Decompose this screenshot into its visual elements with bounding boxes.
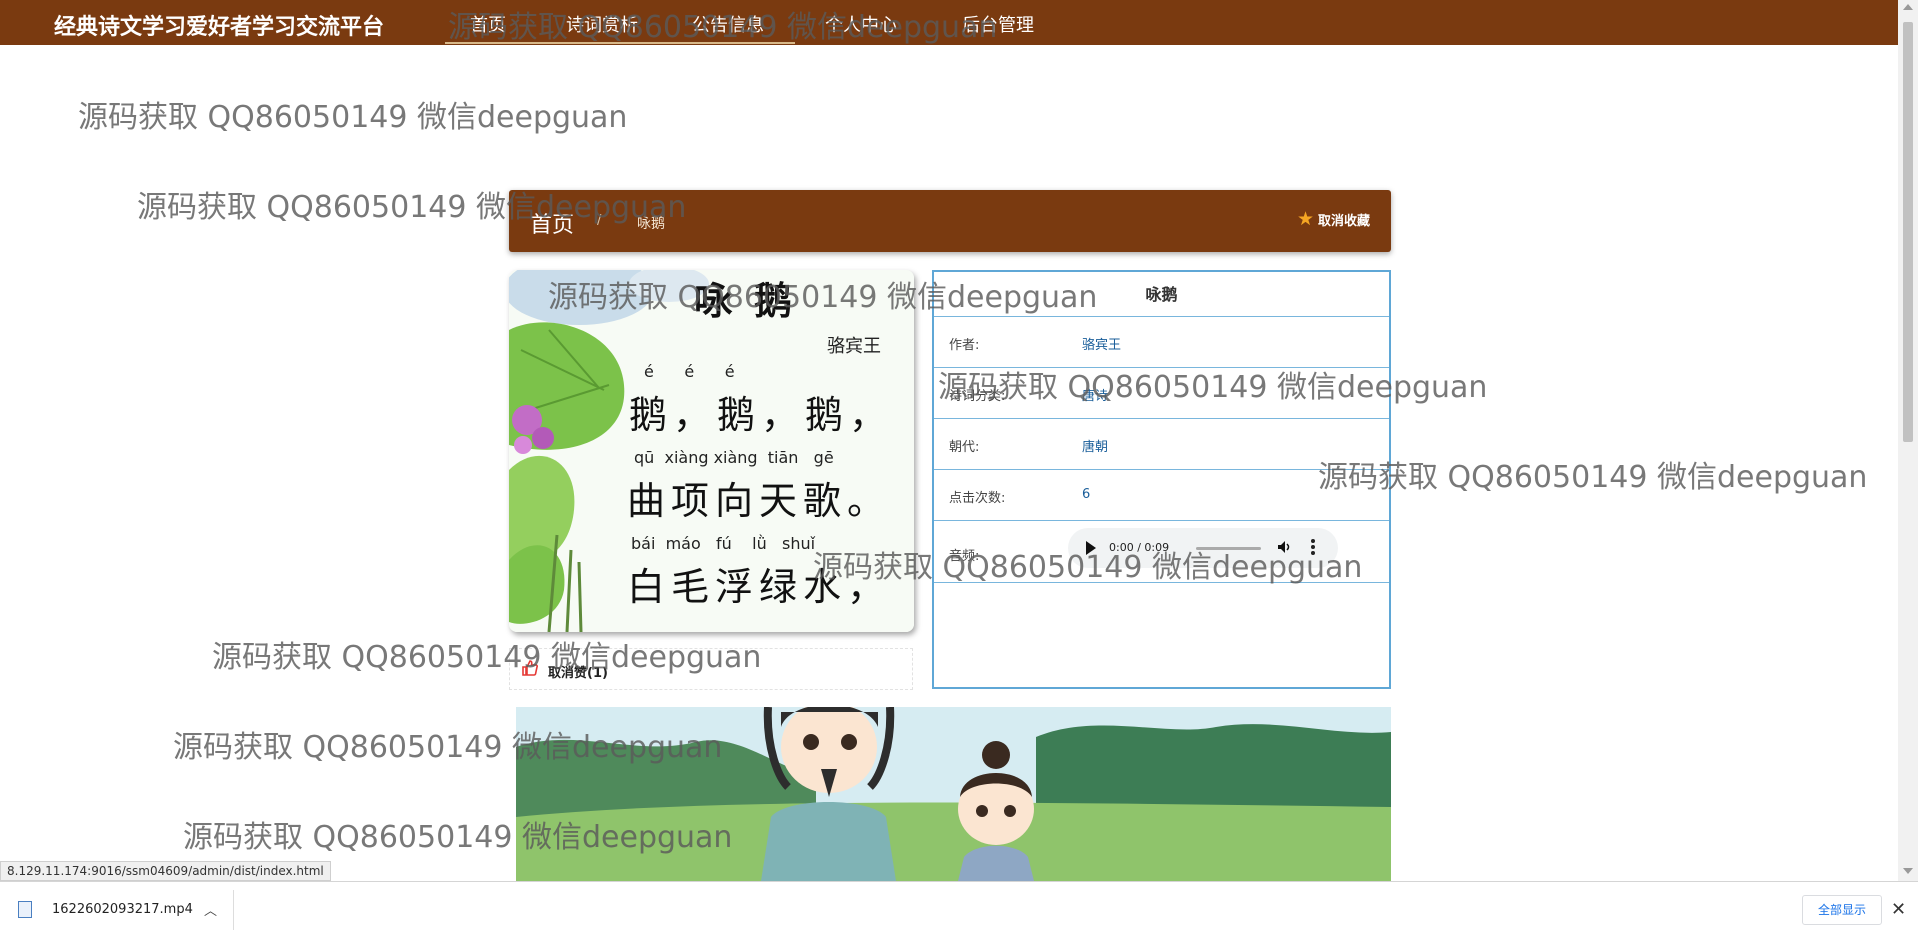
audio-player[interactable]: 0:00 / 0:09 <box>1068 528 1338 568</box>
nav-poetry-appreciation[interactable]: 诗词赏析 <box>566 11 638 37</box>
close-icon[interactable]: ✕ <box>1891 899 1906 920</box>
illustration-line-1: 鹅，鹅，鹅， <box>629 393 894 437</box>
illustration-pinyin-3: bái máo fú lǜ shuǐ <box>631 534 816 553</box>
show-all-button[interactable]: 全部显示 <box>1802 895 1882 925</box>
file-icon <box>18 901 32 918</box>
scroll-down-arrow-icon[interactable] <box>1903 868 1913 874</box>
nav-hover-underline <box>445 42 795 44</box>
unfavorite-button[interactable]: ★ 取消收藏 <box>1296 208 1370 230</box>
volume-icon[interactable] <box>1276 539 1292 559</box>
detail-row-dynasty: 朝代: 唐朝 <box>934 419 1389 470</box>
illustration-line-2: 曲项向天歌。 <box>627 479 892 523</box>
nav-announcements[interactable]: 公告信息 <box>692 11 764 37</box>
thumbs-up-icon[interactable] <box>521 659 539 681</box>
scroll-up-arrow-icon[interactable] <box>1903 4 1913 10</box>
scroll-thumb[interactable] <box>1903 22 1913 442</box>
illustration-pinyin-2: qū xiàng xiàng tiān gē <box>634 448 834 467</box>
audio-time: 0:00 / 0:09 <box>1109 541 1170 554</box>
illustration-author: 骆宾王 <box>827 336 881 357</box>
detail-value-category: 唐诗 <box>1082 389 1109 404</box>
download-filename[interactable]: 1622602093217.mp4 <box>52 902 193 917</box>
poem-illustration: 咏鹅 骆宾王 é é é 鹅，鹅，鹅， qū xiàng xiàng tiān … <box>509 270 914 632</box>
breadcrumb-current: 咏鹅 <box>637 216 665 232</box>
illustration-line-3: 白毛浮绿水， <box>627 565 892 609</box>
detail-label: 音频: <box>949 549 980 564</box>
detail-value-author: 骆宾王 <box>1082 338 1122 353</box>
breadcrumb-separator: / <box>597 213 602 228</box>
detail-value-clicks: 6 <box>1082 487 1091 502</box>
chevron-up-icon[interactable]: ︿ <box>204 900 217 919</box>
poem-detail-card: 咏鹅 作者: 骆宾王 诗词分类: 唐诗 朝代: 唐朝 点击次数: 6 音频: 0… <box>932 270 1391 689</box>
breadcrumb-home[interactable]: 首页 <box>530 207 574 239</box>
detail-label: 作者: <box>949 338 980 353</box>
detail-label: 点击次数: <box>949 491 1006 506</box>
download-bar: 1622602093217.mp4 ︿ 全部显示 ✕ <box>0 881 1918 938</box>
like-section: 取消赞(1) <box>509 648 913 690</box>
nav-personal-center[interactable]: 个人中心 <box>825 11 897 37</box>
illustration-title: 咏鹅 <box>694 278 815 323</box>
play-icon[interactable] <box>1086 541 1096 555</box>
detail-row-audio: 音频: 0:00 / 0:09 <box>934 521 1389 583</box>
audio-progress-track[interactable] <box>1196 547 1261 550</box>
detail-title: 咏鹅 <box>934 272 1389 317</box>
unfavorite-label: 取消收藏 <box>1317 214 1370 229</box>
watermark-text: 源码获取 QQ86050149 微信deepguan <box>78 100 628 135</box>
cartoon-banner-art <box>516 707 1391 881</box>
more-options-icon[interactable] <box>1311 539 1315 557</box>
unlike-button[interactable]: 取消赞(1) <box>548 662 608 681</box>
site-brand[interactable]: 经典诗文学习爱好者学习交流平台 <box>54 9 384 41</box>
star-icon: ★ <box>1296 208 1314 230</box>
nav-admin[interactable]: 后台管理 <box>962 11 1034 37</box>
breadcrumb-bar: 首页 / 咏鹅 ★ 取消收藏 <box>509 190 1391 252</box>
nav-home[interactable]: 首页 <box>470 11 506 37</box>
poem-cartoon-banner <box>516 707 1391 881</box>
detail-label: 朝代: <box>949 440 980 455</box>
illustration-pinyin-1: é é é <box>644 362 735 381</box>
detail-row-category: 诗词分类: 唐诗 <box>934 368 1389 419</box>
top-navbar: 经典诗文学习爱好者学习交流平台 首页 诗词赏析 公告信息 个人中心 后台管理 <box>0 0 1898 45</box>
watermark-text: 源码获取 QQ86050149 微信deepguan <box>1318 460 1868 495</box>
detail-row-author: 作者: 骆宾王 <box>934 317 1389 368</box>
detail-label: 诗词分类: <box>949 389 1006 404</box>
detail-value-dynasty: 唐朝 <box>1082 440 1109 455</box>
status-url: 8.129.11.174:9016/ssm04609/admin/dist/in… <box>0 861 331 881</box>
detail-row-clicks: 点击次数: 6 <box>934 470 1389 521</box>
download-divider <box>233 890 234 930</box>
page-scrollbar[interactable] <box>1898 0 1918 881</box>
